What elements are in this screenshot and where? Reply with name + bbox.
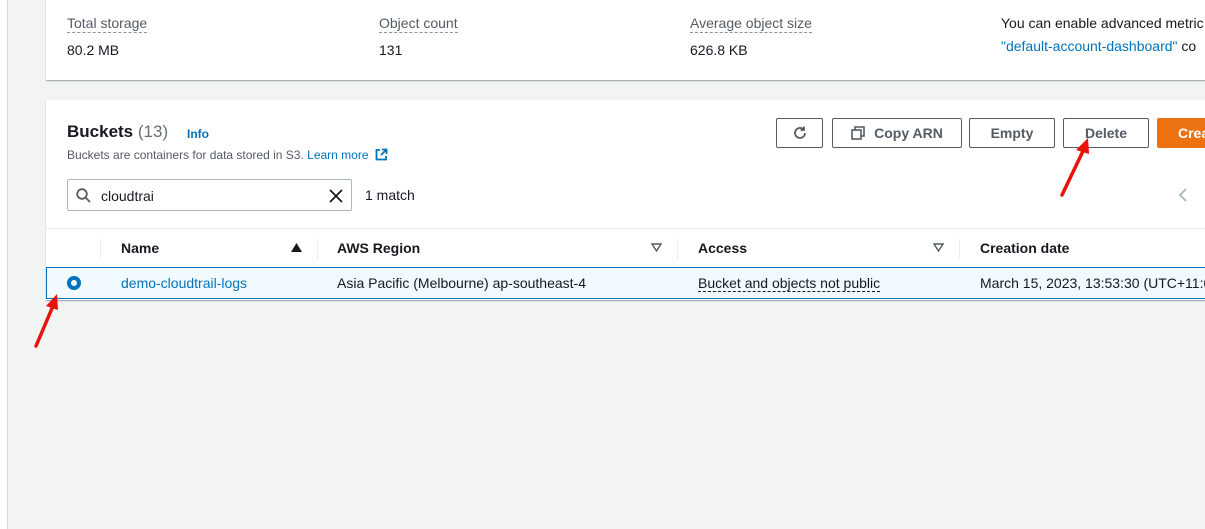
object-count-label: Object count (379, 15, 458, 33)
match-count: 1 match (365, 187, 415, 203)
table-row[interactable]: demo-cloudtrail-logs Asia Pacific (Melbo… (46, 267, 1205, 299)
row-select-radio[interactable] (67, 276, 81, 290)
storage-metrics-card: Total storage 80.2 MB Object count 131 A… (46, 0, 1205, 80)
total-storage-label: Total storage (67, 15, 148, 33)
external-link-icon[interactable] (375, 148, 388, 161)
column-separator (677, 239, 678, 259)
left-edge-panel (0, 0, 8, 529)
info-link[interactable]: Info (187, 127, 209, 141)
annotation-arrow-delete (1060, 138, 1089, 197)
average-object-size-value: 626.8 KB (690, 42, 748, 58)
buckets-card: Buckets (13) Info Buckets are containers… (46, 100, 1205, 300)
search-icon (76, 188, 91, 203)
copy-arn-label: Copy ARN (874, 125, 943, 141)
description-text: Buckets are containers for data stored i… (67, 148, 304, 162)
object-count-value: 131 (379, 42, 403, 58)
advanced-metrics-note-line2: "default-account-dashboard" co (1001, 38, 1196, 54)
dashboard-link[interactable]: "default-account-dashboard" (1001, 38, 1178, 54)
clear-search-icon[interactable] (329, 189, 343, 203)
search-input[interactable]: cloudtrai (67, 179, 352, 211)
buckets-title: Buckets (67, 122, 134, 141)
buckets-description: Buckets are containers for data stored i… (67, 148, 388, 162)
column-creation-date[interactable]: Creation date (980, 240, 1069, 256)
refresh-icon (793, 126, 806, 139)
buckets-heading: Buckets (13) (67, 122, 168, 142)
total-storage-value: 80.2 MB (67, 42, 120, 58)
bucket-name-link[interactable]: demo-cloudtrail-logs (121, 275, 247, 291)
learn-more-link[interactable]: Learn more (307, 148, 368, 162)
refresh-button[interactable] (776, 118, 823, 148)
bucket-region: Asia Pacific (Melbourne) ap-southeast-4 (337, 275, 587, 291)
column-aws-region[interactable]: AWS Region (337, 240, 420, 256)
table-header: Name AWS Region Access Creation date (46, 228, 1205, 268)
create-bucket-label: Crea (1178, 125, 1205, 141)
bucket-access: Bucket and objects not public (698, 275, 881, 292)
empty-button[interactable]: Empty (969, 118, 1055, 148)
search-value: cloudtrai (101, 188, 154, 204)
average-object-size-label: Average object size (690, 15, 812, 33)
empty-label: Empty (990, 125, 1034, 141)
bucket-creation-date: March 15, 2023, 13:53:30 (UTC+11:0 (980, 275, 1205, 291)
column-access[interactable]: Access (698, 240, 747, 256)
column-separator (100, 239, 101, 259)
sort-ascending-icon[interactable] (291, 243, 302, 252)
buckets-count: (13) (137, 122, 169, 141)
create-bucket-button[interactable]: Crea (1157, 118, 1205, 148)
advanced-metrics-note: You can enable advanced metric (1001, 15, 1204, 31)
column-name[interactable]: Name (121, 240, 159, 256)
note-trailing-text: co (1181, 38, 1197, 54)
sort-icon[interactable] (933, 243, 944, 252)
column-separator (959, 239, 960, 259)
column-separator (317, 239, 318, 259)
copy-arn-button[interactable]: Copy ARN (832, 118, 962, 148)
sort-icon[interactable] (651, 243, 662, 252)
previous-page-icon[interactable] (1177, 187, 1189, 203)
copy-icon (851, 126, 865, 140)
annotation-arrow-radio (34, 294, 58, 348)
